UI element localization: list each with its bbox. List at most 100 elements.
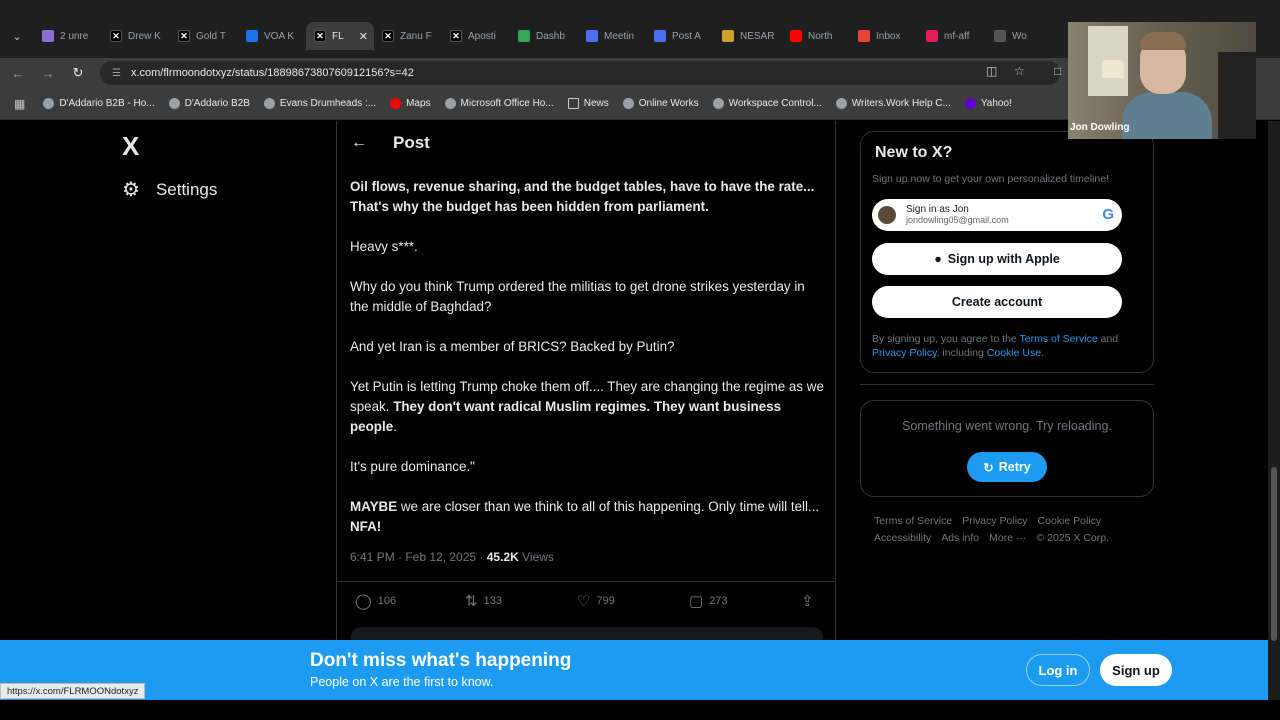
x-logo-icon[interactable]: X	[122, 131, 139, 162]
bookmark-favicon-icon	[622, 98, 634, 109]
post-timestamp[interactable]: 6:41 PM · Feb 12, 2025 · 45.2K Views	[350, 550, 554, 564]
bookmark-item[interactable]: Online Works	[622, 98, 699, 109]
footer-copyright: © 2025 X Corp.	[1036, 532, 1110, 544]
tab-label: mf-aff	[944, 30, 970, 42]
bookmark-button[interactable]: ▢ 273	[689, 592, 728, 610]
tab-label: NESAR	[740, 30, 775, 42]
browser-tab[interactable]: Meetin	[578, 22, 646, 50]
address-input[interactable]: ☰ x.com/flrmoondotxyz/status/18898673807…	[100, 61, 1060, 85]
browser-tab[interactable]: Dashb	[510, 22, 578, 50]
apps-grid-icon[interactable]: ▦	[14, 97, 25, 111]
sidebar-item-settings[interactable]: ⚙ Settings	[122, 177, 217, 202]
footer-cookie-link[interactable]: Cookie Policy	[1038, 515, 1102, 527]
scrollbar-thumb[interactable]	[1271, 467, 1277, 641]
browser-tab[interactable]: ✕ FL ✕	[306, 22, 374, 50]
error-message: Something went wrong. Try reloading.	[902, 419, 1112, 433]
post-header: ← Post	[337, 121, 835, 165]
tab-search-icon[interactable]: ⌄	[0, 22, 34, 50]
create-account-label: Create account	[951, 295, 1043, 309]
x-icon: ✕	[178, 30, 190, 42]
x-icon: ✕	[382, 30, 394, 42]
cookie-link[interactable]: Cookie Use	[987, 347, 1041, 359]
new-to-x-title: New to X?	[875, 144, 953, 161]
terms-link[interactable]: Terms of Service	[1020, 333, 1098, 345]
post-text-bold: Oil flows, revenue sharing, and the budg…	[350, 179, 815, 214]
browser-tab[interactable]: ✕ Gold T	[170, 22, 238, 50]
browser-tab[interactable]: Post A	[646, 22, 714, 50]
bookmark-item[interactable]: D'Addario B2B - Ho...	[43, 98, 155, 109]
browser-tab[interactable]: ✕ Drew K	[102, 22, 170, 50]
bookmark-item[interactable]: Maps	[390, 98, 431, 109]
close-tab-icon[interactable]: ✕	[359, 30, 368, 43]
footer-ads-link[interactable]: Ads info	[941, 532, 979, 544]
bookmark-star-icon[interactable]: ☆	[1014, 64, 1025, 78]
bookmark-item[interactable]: News	[567, 98, 609, 109]
reload-icon[interactable]: ↻	[68, 64, 88, 82]
webcam-name-label: Jon Dowling	[1070, 122, 1130, 133]
forward-icon[interactable]: →	[38, 64, 58, 82]
like-button[interactable]: ♡ 799	[577, 592, 615, 610]
divider	[860, 384, 1154, 385]
site-info-icon[interactable]: ☰	[112, 68, 121, 79]
bookmark-item[interactable]: Writers.Work Help C...	[835, 98, 951, 109]
repost-icon: ⇅	[465, 593, 478, 610]
bookmark-item[interactable]: Yahoo!	[964, 98, 1012, 109]
repost-button[interactable]: ⇅ 133	[465, 592, 502, 610]
browser-tab[interactable]: mf-aff	[918, 22, 986, 50]
browser-tab[interactable]: Inbox	[850, 22, 918, 50]
browser-tab[interactable]: ✕ Aposti	[442, 22, 510, 50]
tab-strip: ⌄ 2 unre ✕ Drew K ✕ Gold T VOA K ✕ FL ✕ ✕ Zanu F ✕ A…	[0, 22, 1054, 50]
avatar	[878, 206, 896, 224]
post-text-bold: They don't want radical Muslim regimes. …	[350, 399, 782, 434]
browser-tab[interactable]: Wo	[986, 22, 1054, 50]
back-icon[interactable]: ←	[8, 64, 28, 82]
footer-terms-link[interactable]: Terms of Service	[874, 515, 952, 527]
webcam-overlay: Jon Dowling	[1068, 22, 1256, 139]
bookmark-label: D'Addario B2B	[184, 98, 250, 109]
bookmark-item[interactable]: Microsoft Office Ho...	[444, 98, 554, 109]
page-scrollbar[interactable]	[1268, 121, 1280, 700]
browser-tab[interactable]: North	[782, 22, 850, 50]
bookmark-favicon-icon	[712, 98, 724, 109]
post-text: Oil flows, revenue sharing, and the budg…	[350, 177, 826, 557]
views-label: Views	[518, 550, 554, 564]
bookmark-label: Online Works	[638, 98, 699, 109]
browser-tab[interactable]: 2 unre	[34, 22, 102, 50]
create-account-button[interactable]: Create account	[872, 286, 1122, 318]
privacy-link[interactable]: Privacy Policy	[872, 347, 937, 359]
post-paragraph: It's pure dominance."	[350, 459, 475, 474]
bookmark-item[interactable]: D'Addario B2B	[168, 98, 250, 109]
share-button[interactable]: ⇪	[801, 592, 814, 610]
login-button[interactable]: Log in	[1026, 654, 1090, 686]
legal-pre: By signing up, you agree to the	[872, 333, 1020, 345]
like-count: 799	[596, 595, 615, 607]
post-time[interactable]: 6:41 PM · Feb 12, 2025 ·	[350, 550, 487, 564]
voa-icon	[246, 30, 258, 42]
x-page: X ⚙ Settings ← Post Oil flows, revenue s…	[0, 121, 1268, 640]
reply-button[interactable]: ◯ 106	[355, 592, 396, 610]
google-signin-button[interactable]: Sign in as Jon jondowling05@gmail.com G	[872, 199, 1122, 231]
browser-tab[interactable]: NESAR	[714, 22, 782, 50]
apple-signup-button[interactable]: ● Sign up with Apple	[872, 243, 1122, 275]
back-arrow-icon[interactable]: ←	[351, 134, 367, 152]
bookmark-count: 273	[709, 595, 728, 607]
post-paragraph: Heavy s***.	[350, 239, 418, 254]
google-account-email: jondowling05@gmail.com	[906, 215, 1009, 225]
signup-button[interactable]: Sign up	[1100, 654, 1172, 686]
footer-accessibility-link[interactable]: Accessibility	[874, 532, 931, 544]
extensions-icon[interactable]: □	[1054, 64, 1061, 78]
browser-tab[interactable]: VOA K	[238, 22, 306, 50]
bookmark-label: Writers.Work Help C...	[851, 98, 951, 109]
legal-and: and	[1097, 333, 1119, 345]
bookmark-item[interactable]: Workspace Control...	[712, 98, 822, 109]
reply-composer[interactable]	[351, 627, 823, 640]
bookmark-item[interactable]: Evans Drumheads :...	[263, 98, 376, 109]
install-app-icon[interactable]: ◫	[986, 64, 997, 78]
refresh-icon: ↻	[983, 460, 994, 475]
footer-more-link[interactable]: More ···	[989, 532, 1026, 544]
retry-button[interactable]: ↻ Retry	[967, 452, 1047, 482]
footer-privacy-link[interactable]: Privacy Policy	[962, 515, 1027, 527]
browser-tab[interactable]: ✕ Zanu F	[374, 22, 442, 50]
tab-label: FL	[332, 30, 344, 42]
post-paragraph: MAYBE we are closer than we think to all…	[350, 497, 826, 537]
